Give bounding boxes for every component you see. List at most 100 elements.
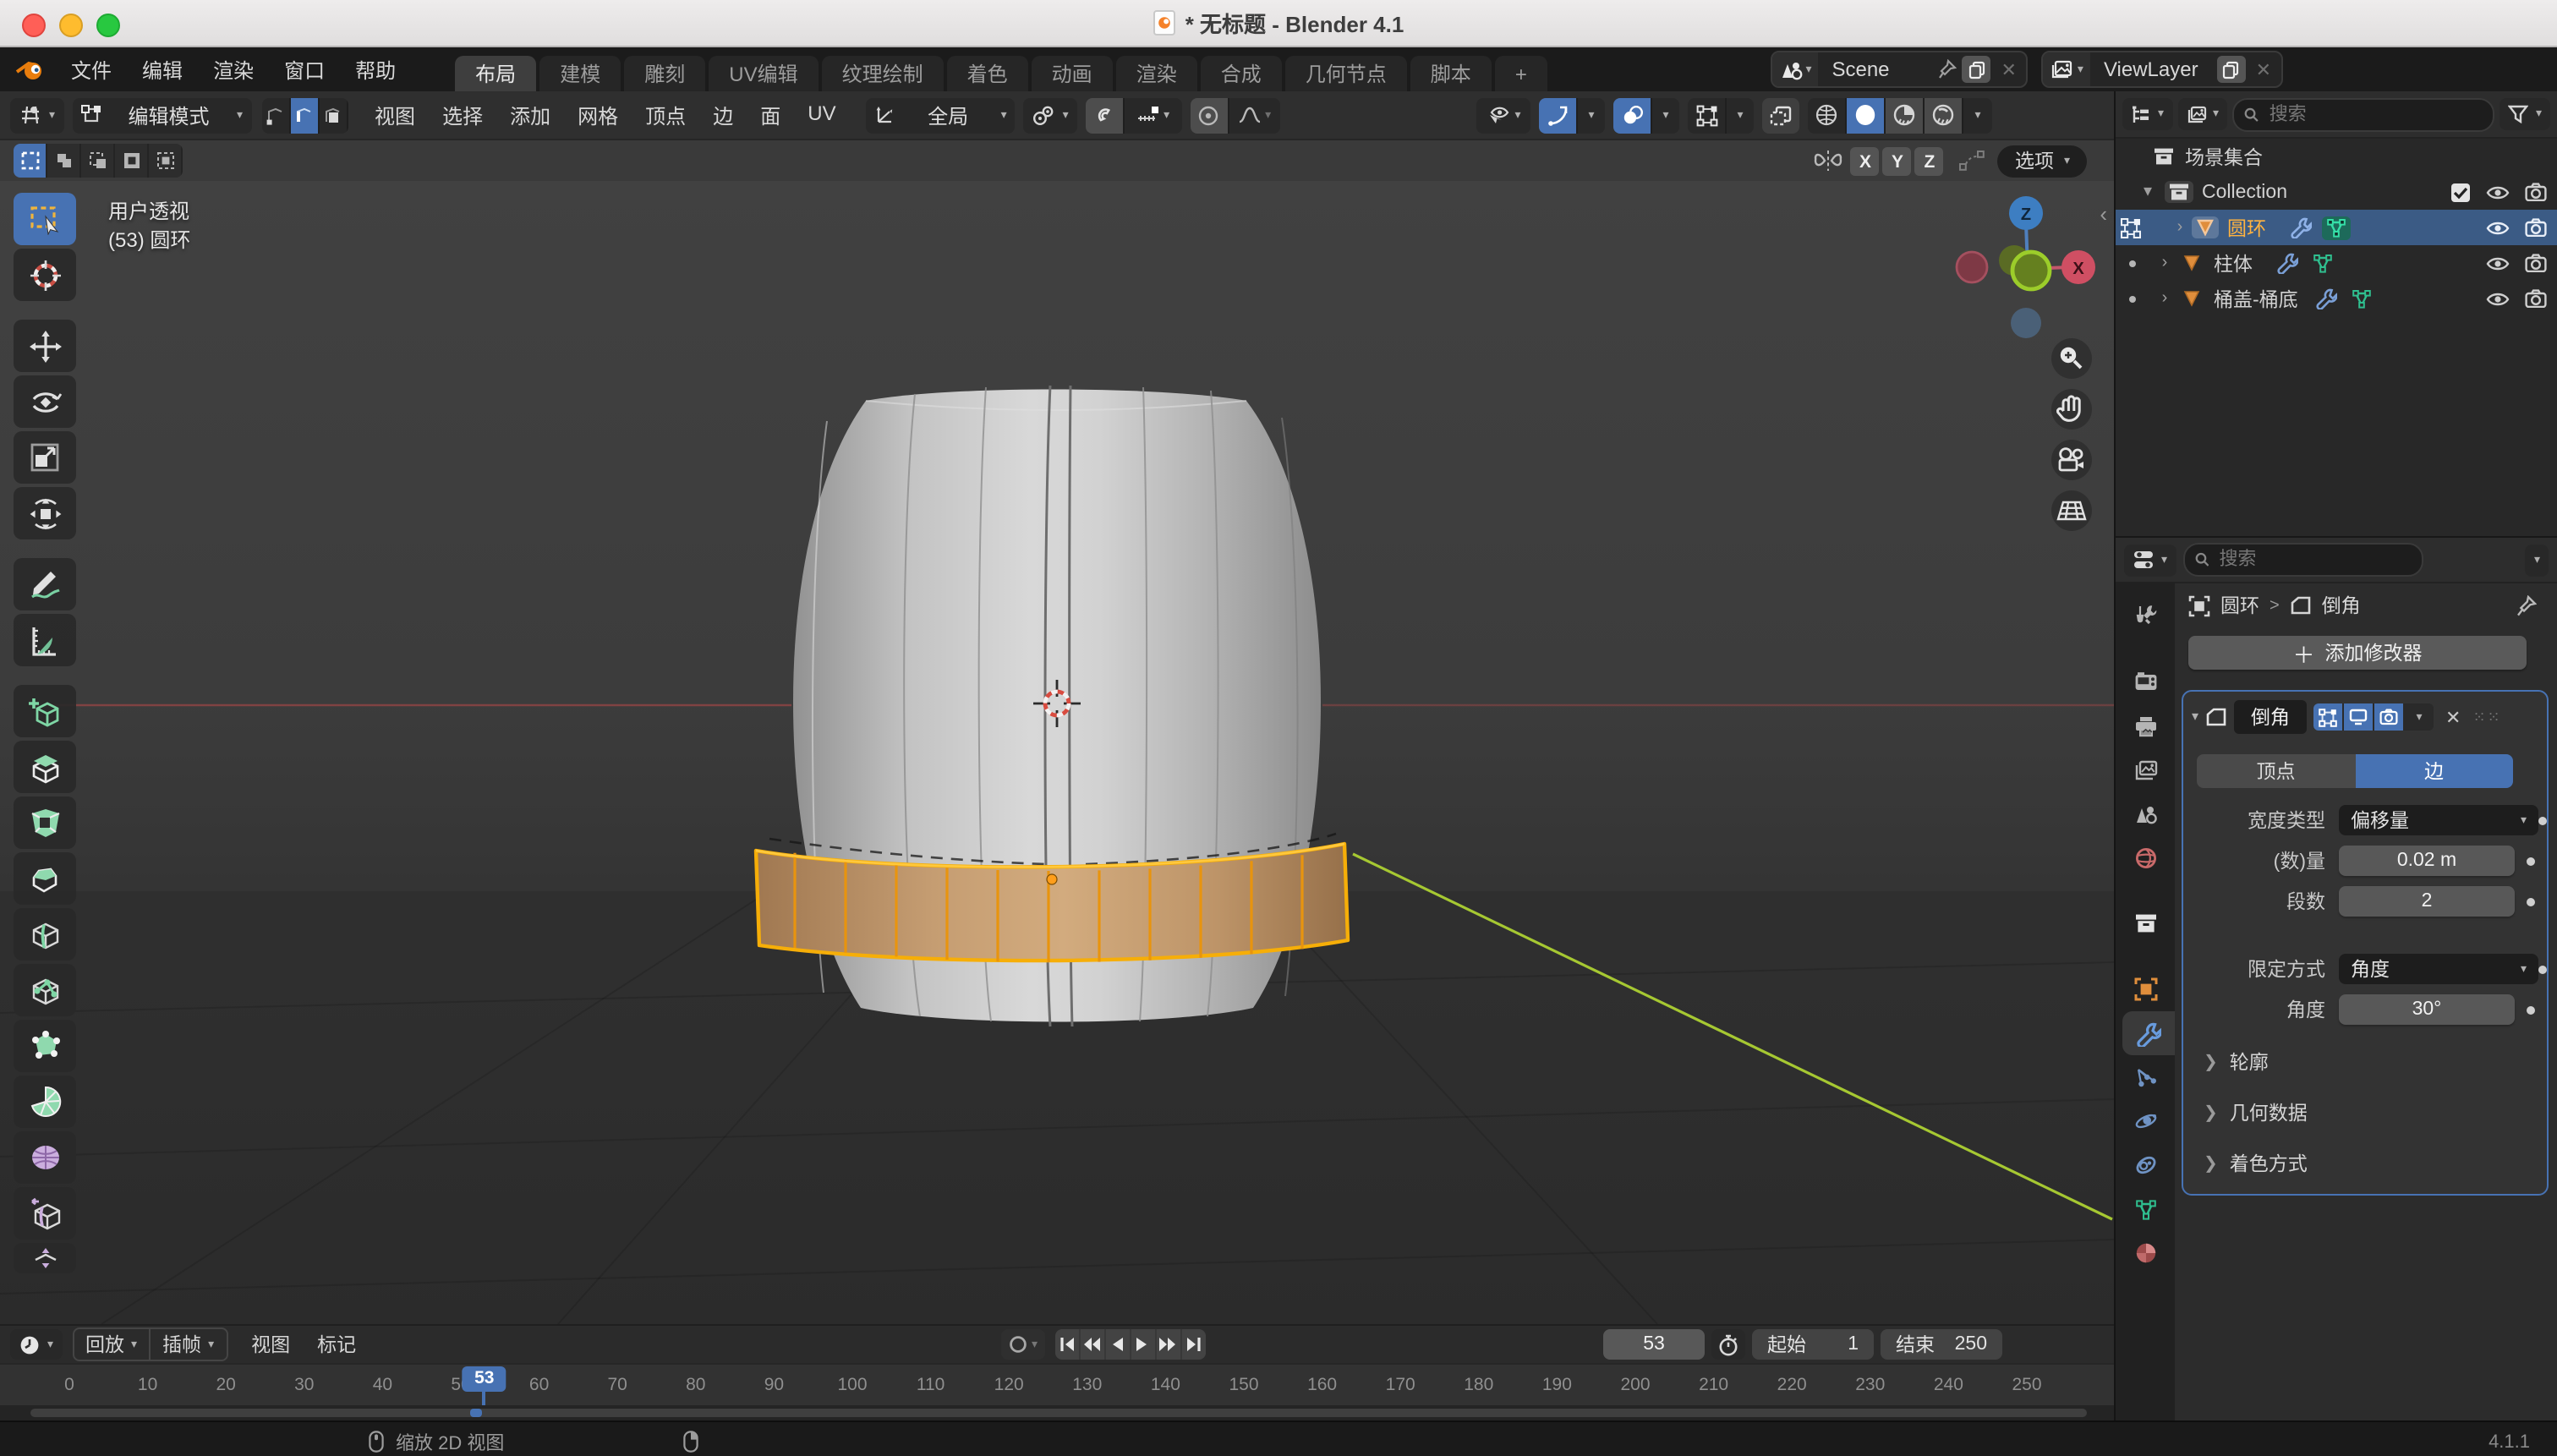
tab-constraints[interactable] bbox=[2116, 1143, 2175, 1187]
viewport-menu-item[interactable]: 边 bbox=[699, 101, 747, 129]
material-preview-button[interactable] bbox=[1886, 97, 1925, 133]
workspace-tab[interactable]: 几何节点 bbox=[1285, 56, 1407, 91]
breadcrumb-modifier[interactable]: 倒角 bbox=[2322, 592, 2361, 619]
tab-view-layer[interactable] bbox=[2116, 747, 2175, 791]
breadcrumb-object[interactable]: 圆环 bbox=[2220, 592, 2259, 619]
workspace-tab[interactable]: + bbox=[1495, 56, 1547, 91]
hide-eye-icon[interactable] bbox=[2486, 183, 2510, 200]
scene-selector[interactable]: ▾ Scene ✕ bbox=[1770, 51, 2028, 88]
show-gizmo-dropdown[interactable]: ▾ bbox=[1476, 97, 1530, 133]
select-intersect-mode-button[interactable] bbox=[149, 144, 183, 178]
panel-collapse-icon[interactable]: ▾ bbox=[2192, 710, 2198, 724]
workspace-tab[interactable]: 雕刻 bbox=[624, 56, 705, 91]
mesh-data-icon[interactable] bbox=[2322, 216, 2351, 239]
menubar-item[interactable]: 窗口 bbox=[269, 55, 340, 84]
tab-physics[interactable] bbox=[2116, 1099, 2175, 1143]
zoom-window-button[interactable] bbox=[96, 14, 120, 37]
tab-output[interactable] bbox=[2116, 703, 2175, 747]
profile-section[interactable]: ❯轮廓 bbox=[2204, 1048, 2547, 1076]
viewport-menu-item[interactable]: UV bbox=[794, 101, 849, 129]
overlays-dropdown[interactable]: ▾ bbox=[1652, 97, 1679, 133]
mirror-axis-button[interactable]: Y bbox=[1883, 148, 1912, 177]
measure-tool[interactable] bbox=[14, 614, 76, 666]
jump-prev-keyframe-button[interactable] bbox=[1080, 1329, 1105, 1360]
properties-search-input[interactable] bbox=[2215, 548, 2411, 572]
workspace-tab[interactable]: 着色 bbox=[947, 56, 1028, 91]
annotate-tool[interactable] bbox=[14, 558, 76, 610]
decorator-dot[interactable] bbox=[2538, 965, 2547, 973]
workspace-tab[interactable]: 建模 bbox=[539, 56, 621, 91]
modifier-realtime-toggle[interactable] bbox=[2344, 703, 2373, 731]
new-viewlayer-button[interactable] bbox=[2217, 56, 2246, 83]
tab-particles[interactable] bbox=[2116, 1055, 2175, 1099]
playback-menu[interactable]: 回放▾ bbox=[74, 1329, 151, 1360]
snap-uv-icon[interactable] bbox=[1959, 149, 1986, 172]
snap-toggle[interactable] bbox=[1086, 97, 1125, 133]
transform-tool[interactable] bbox=[14, 487, 76, 539]
modifier-name-field[interactable]: 倒角 bbox=[2234, 700, 2307, 734]
tab-material[interactable] bbox=[2116, 1231, 2175, 1275]
remove-viewlayer-button[interactable]: ✕ bbox=[2251, 58, 2276, 80]
mesh-data-icon[interactable] bbox=[2351, 288, 2373, 309]
smooth-tool[interactable] bbox=[14, 1131, 76, 1184]
expand-icon[interactable]: › bbox=[2171, 218, 2188, 237]
tab-collection[interactable] bbox=[2116, 901, 2175, 945]
gizmo-minus-x-ball[interactable] bbox=[1957, 252, 1987, 282]
viewlayer-name[interactable]: ViewLayer bbox=[2090, 57, 2212, 81]
disable-render-camera-icon[interactable] bbox=[2525, 218, 2547, 237]
face-select-mode-button[interactable] bbox=[319, 97, 348, 133]
spin-tool[interactable] bbox=[14, 1076, 76, 1128]
limit-method-dropdown[interactable]: 角度▾ bbox=[2339, 954, 2538, 984]
scene-name[interactable]: Scene bbox=[1818, 57, 1933, 81]
mirror-axis-button[interactable]: Z bbox=[1915, 148, 1944, 177]
unlink-scene-button[interactable]: ✕ bbox=[1996, 58, 2021, 80]
solid-shading-button[interactable] bbox=[1847, 97, 1886, 133]
new-scene-button[interactable] bbox=[1962, 56, 1990, 83]
xray-toggle[interactable] bbox=[1762, 97, 1799, 133]
menubar-item[interactable]: 渲染 bbox=[198, 55, 269, 84]
workspace-tab[interactable]: 布局 bbox=[455, 56, 536, 91]
gizmo-y-ball[interactable] bbox=[2012, 252, 2050, 289]
select-box-tool[interactable] bbox=[14, 193, 76, 245]
expand-icon[interactable]: › bbox=[2156, 254, 2173, 272]
segments-field[interactable]: 2 bbox=[2339, 886, 2515, 917]
modifier-drag-grip[interactable]: ⁙⁙ bbox=[2472, 708, 2501, 726]
timeline-scrollbar-handle[interactable] bbox=[30, 1409, 2087, 1417]
modifier-wrench-icon[interactable] bbox=[2315, 287, 2337, 309]
disable-render-camera-icon[interactable] bbox=[2525, 289, 2547, 308]
mesh-data-icon[interactable] bbox=[2312, 253, 2334, 273]
camera-view-button[interactable] bbox=[2051, 440, 2092, 480]
workspace-tab[interactable]: 动画 bbox=[1032, 56, 1113, 91]
scale-tool[interactable] bbox=[14, 431, 76, 484]
extrude-region-tool[interactable] bbox=[14, 741, 76, 793]
outliner-display-mode[interactable]: ▾ bbox=[2177, 98, 2227, 130]
viewport-menu-item[interactable]: 视图 bbox=[361, 101, 429, 129]
cursor-tool[interactable] bbox=[14, 249, 76, 301]
mesh-edit-overlay-dropdown[interactable]: ▾ bbox=[1727, 97, 1754, 133]
loop-cut-tool[interactable] bbox=[14, 908, 76, 961]
mirror-axis-button[interactable]: X bbox=[1851, 148, 1880, 177]
decorator-dot[interactable] bbox=[2538, 816, 2547, 824]
viewport-menu-item[interactable]: 选择 bbox=[429, 101, 496, 129]
outliner-editor-selector[interactable]: ▾ bbox=[2122, 98, 2172, 130]
overlays-toggle[interactable] bbox=[1613, 97, 1652, 133]
gizmos-dropdown[interactable]: ▾ bbox=[1578, 97, 1605, 133]
jump-to-end-button[interactable] bbox=[1181, 1329, 1205, 1360]
knife-tool[interactable] bbox=[14, 964, 76, 1016]
auto-keying-toggle[interactable]: ▾ bbox=[1001, 1329, 1044, 1360]
workspace-tab[interactable]: 合成 bbox=[1201, 56, 1282, 91]
tab-render[interactable] bbox=[2116, 660, 2175, 703]
gizmos-toggle[interactable] bbox=[1539, 97, 1578, 133]
timeline-editor-selector[interactable]: ▾ bbox=[10, 1329, 62, 1360]
options-dropdown[interactable]: 选项▾ bbox=[1998, 145, 2087, 177]
move-tool[interactable] bbox=[14, 320, 76, 372]
editor-type-selector[interactable]: ▾ bbox=[10, 97, 63, 133]
decorator-dot[interactable] bbox=[2527, 1005, 2535, 1014]
shrink-fatten-tool[interactable] bbox=[14, 1243, 76, 1273]
poly-build-tool[interactable] bbox=[14, 1020, 76, 1072]
perspective-view-button[interactable] bbox=[2051, 490, 2092, 531]
properties-editor-selector[interactable]: ▾ bbox=[2124, 544, 2176, 576]
angle-field[interactable]: 30° bbox=[2339, 994, 2515, 1025]
stopwatch-icon[interactable] bbox=[1711, 1329, 1745, 1360]
tab-world[interactable] bbox=[2116, 835, 2175, 879]
